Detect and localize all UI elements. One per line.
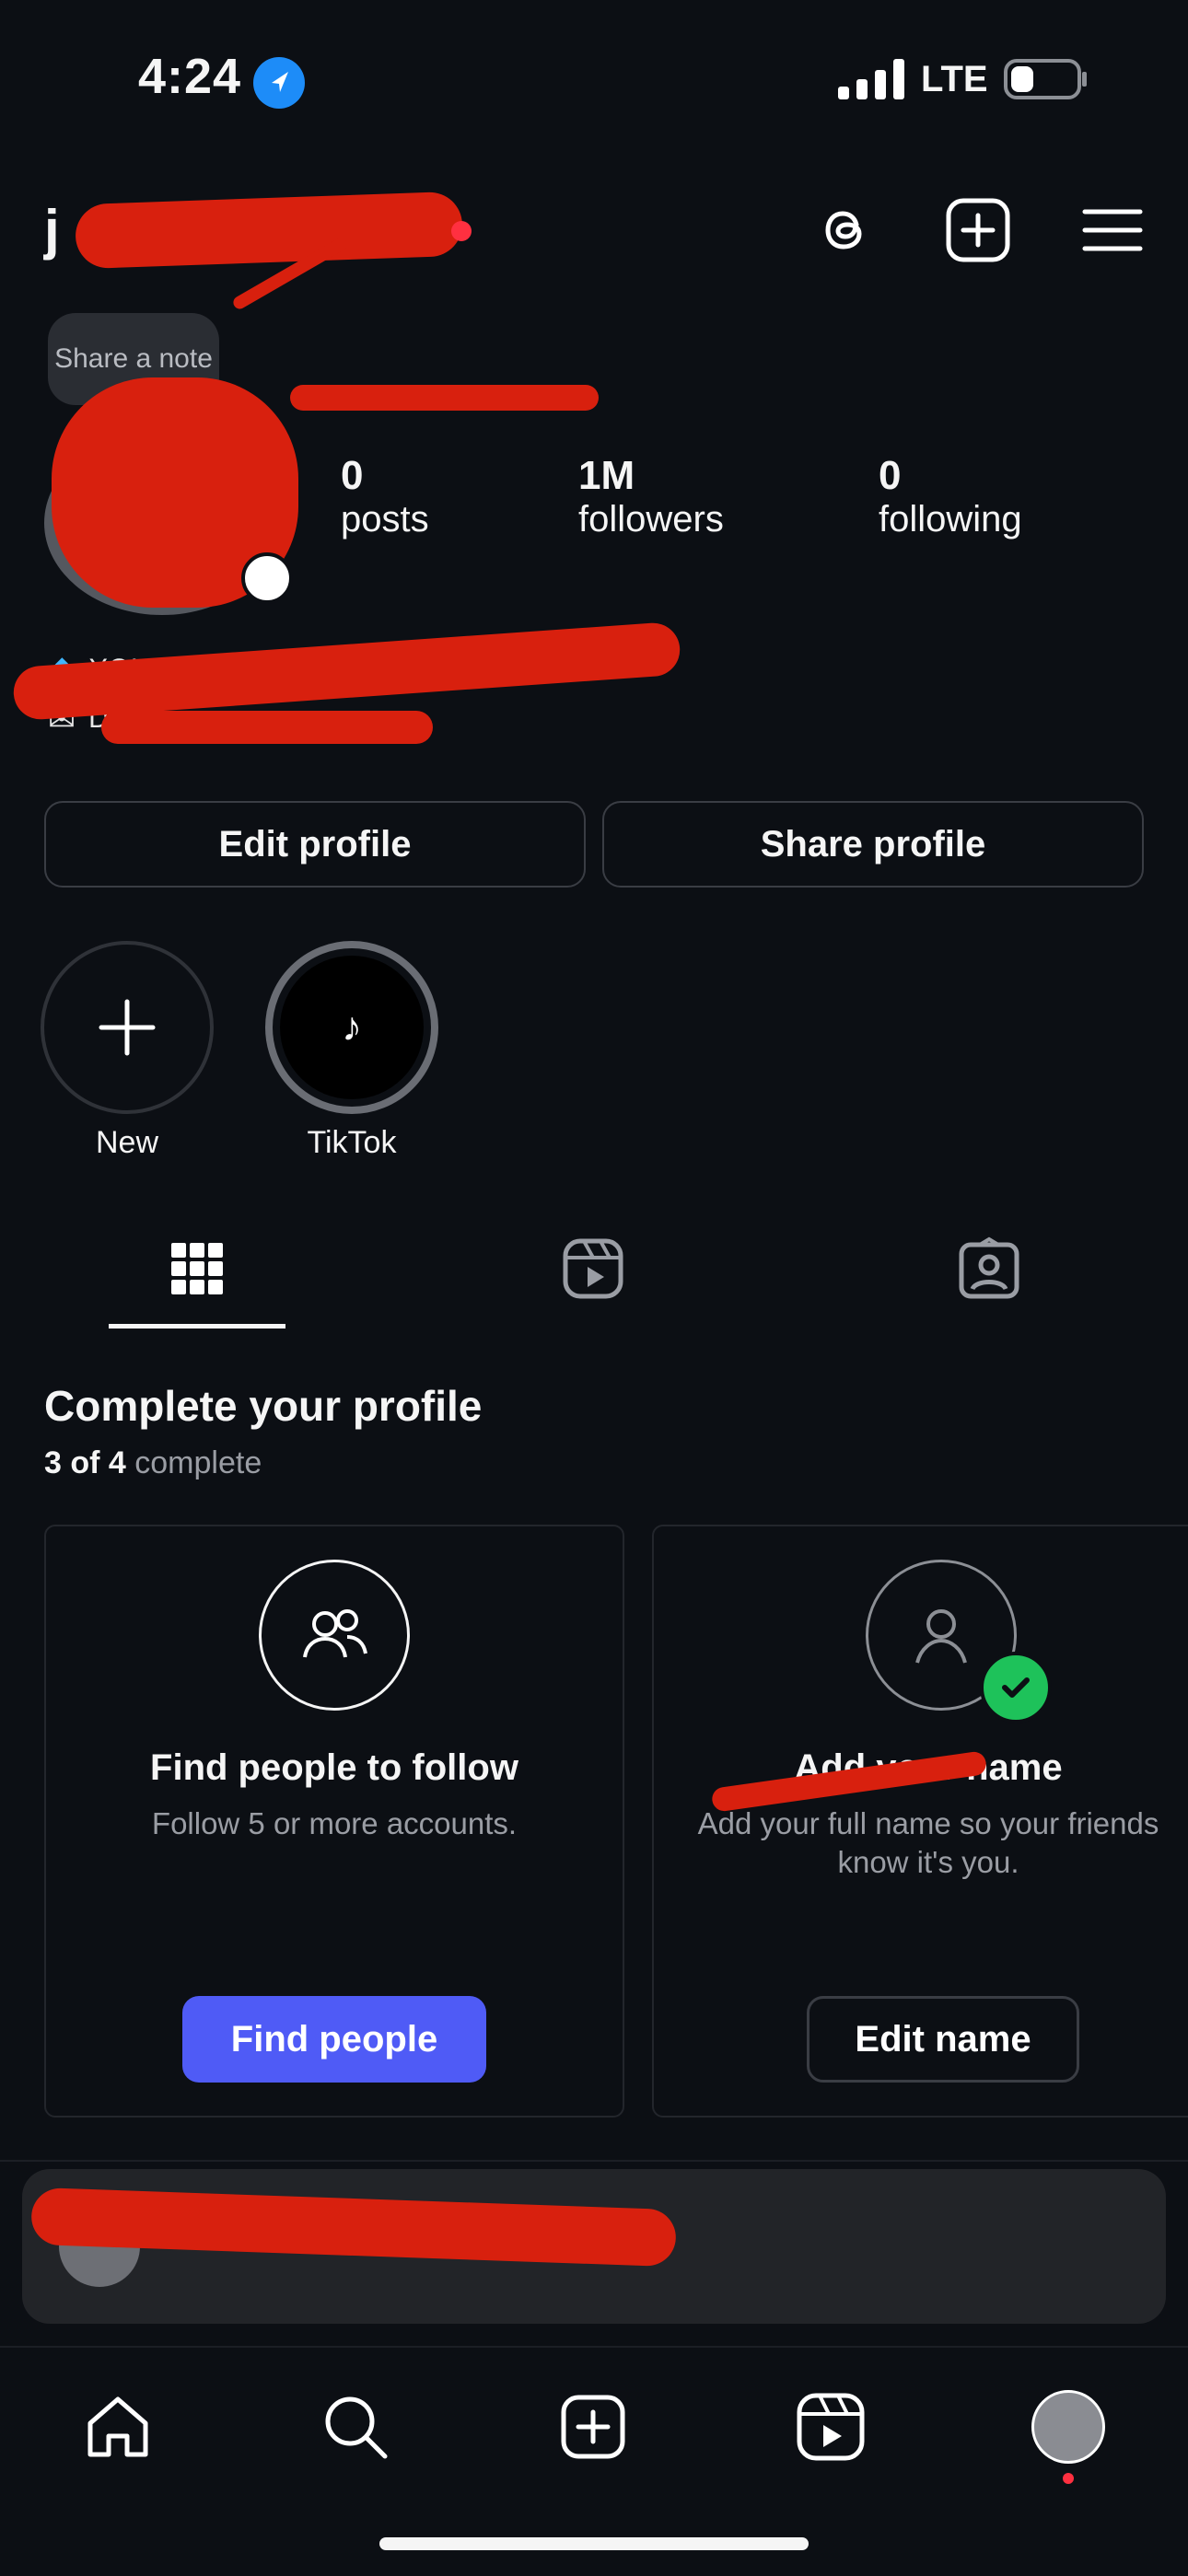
people-icon xyxy=(259,1560,410,1711)
threads-icon[interactable] xyxy=(809,193,882,267)
stat-following-value: 0 xyxy=(879,453,902,498)
card-title: Find people to follow xyxy=(150,1747,518,1788)
notification-dot xyxy=(451,221,472,241)
reels-nav-icon[interactable] xyxy=(794,2390,868,2464)
notification-dot xyxy=(1063,2473,1074,2484)
find-people-card: Find people to follow Follow 5 or more a… xyxy=(44,1525,624,2118)
find-people-button[interactable]: Find people xyxy=(182,1996,486,2083)
redaction-mark xyxy=(11,621,682,722)
create-icon[interactable] xyxy=(556,2390,630,2464)
share-profile-button[interactable]: Share profile xyxy=(602,801,1144,888)
check-icon xyxy=(980,1652,1052,1723)
network-label: LTE xyxy=(921,59,988,99)
signal-bars-icon xyxy=(838,59,921,99)
complete-profile-progress: 3 of 4 complete xyxy=(44,1445,262,1481)
stat-following-label: following xyxy=(879,499,1022,540)
redaction-mark xyxy=(74,191,464,270)
search-icon[interactable] xyxy=(319,2390,392,2464)
grid-icon[interactable] xyxy=(164,1236,230,1302)
tiktok-icon: ♪ xyxy=(280,956,424,1099)
reels-icon[interactable] xyxy=(560,1236,626,1302)
home-indicator xyxy=(379,2537,809,2550)
status-time: 4:24 xyxy=(138,49,242,104)
redaction-mark xyxy=(101,711,433,744)
stat-posts-label: posts xyxy=(341,499,429,540)
profile-avatar-nav[interactable] xyxy=(1031,2390,1105,2464)
menu-icon[interactable] xyxy=(1076,193,1149,267)
highlight-new[interactable] xyxy=(41,941,214,1114)
edit-name-button[interactable]: Edit name xyxy=(807,1996,1079,2083)
battery-icon xyxy=(1004,59,1089,99)
redaction-mark xyxy=(290,385,599,411)
divider xyxy=(0,2160,1188,2162)
highlight-tiktok-label: TikTok xyxy=(307,1125,397,1160)
complete-profile-title: Complete your profile xyxy=(44,1382,483,1430)
add-story-plus-icon[interactable] xyxy=(241,552,293,604)
stat-posts-value: 0 xyxy=(341,453,364,498)
tagged-icon[interactable] xyxy=(956,1236,1022,1302)
stat-followers-label: followers xyxy=(578,499,724,540)
add-name-card: Add your name Add your full name so your… xyxy=(652,1525,1188,2118)
stat-following[interactable]: 0 following xyxy=(879,453,1022,540)
create-post-icon[interactable] xyxy=(941,193,1015,267)
edit-profile-button[interactable]: Edit profile xyxy=(44,801,586,888)
highlight-new-label: New xyxy=(95,1125,159,1160)
stat-posts[interactable]: 0 posts xyxy=(341,453,429,540)
card-description: Follow 5 or more accounts. xyxy=(151,1806,518,1840)
highlight-tiktok[interactable]: ♪ xyxy=(265,941,438,1114)
progress-label: complete xyxy=(134,1445,262,1480)
location-arrow-icon xyxy=(253,57,305,109)
active-tab-indicator xyxy=(109,1324,285,1329)
progress-count: 3 of 4 xyxy=(44,1445,126,1480)
card-description: Add your full name so your friends know … xyxy=(697,1806,1159,1879)
stat-followers[interactable]: 1M followers xyxy=(578,453,724,540)
plus-icon xyxy=(99,999,156,1056)
stat-followers-value: 1M xyxy=(578,453,635,498)
profile-username[interactable]: j xyxy=(44,198,60,261)
home-icon[interactable] xyxy=(81,2390,155,2464)
